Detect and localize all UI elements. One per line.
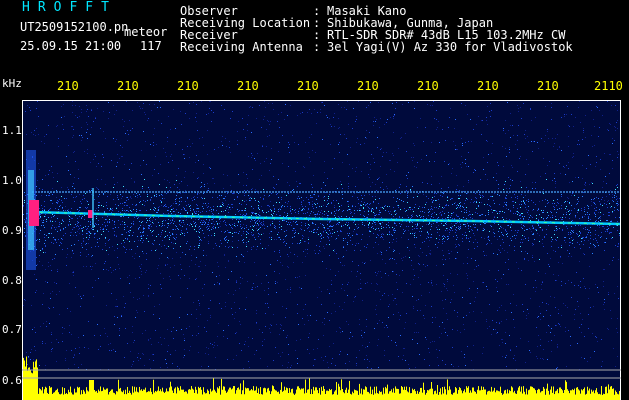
time-tick-label: 210 — [297, 79, 319, 93]
y-tick-label: 0.8 — [2, 274, 22, 287]
antenna-key: Receiving Antenna — [180, 40, 303, 54]
y-tick-label: 0.7 — [2, 323, 22, 336]
date-time: 25.09.15 21:00 — [20, 39, 122, 53]
y-tick-label: 1.1 — [2, 124, 22, 137]
time-tick-label: 210 — [57, 79, 79, 93]
time-tick-label: 210 — [117, 79, 139, 93]
y-tick-label: 0.6 — [2, 374, 22, 387]
time-tick-label: 210 — [357, 79, 379, 93]
time-tick-label: 210 — [417, 79, 439, 93]
antenna-value: 3el Yagi(V) Az 330 for Vladivostok — [327, 40, 573, 54]
file-name: UT2509152100.pn — [20, 20, 129, 34]
y-tick-label: 0.9 — [2, 224, 22, 237]
mode-label: meteor — [124, 25, 168, 39]
y-tick-label: 1.0 — [2, 174, 22, 187]
time-tick-label: 210 — [177, 79, 199, 93]
time-tick-label: 2110 — [594, 79, 623, 93]
app-title: HROFFT — [22, 0, 117, 15]
antenna-sep: : — [313, 40, 321, 54]
y-axis-unit: kHz — [2, 77, 22, 90]
spectrogram-canvas — [22, 100, 621, 400]
spectrogram-plot[interactable] — [22, 100, 621, 400]
time-tick-label: 210 — [477, 79, 499, 93]
time-tick-label: 210 — [237, 79, 259, 93]
time-tick-label: 210 — [537, 79, 559, 93]
meteor-count: 117 — [140, 39, 162, 53]
